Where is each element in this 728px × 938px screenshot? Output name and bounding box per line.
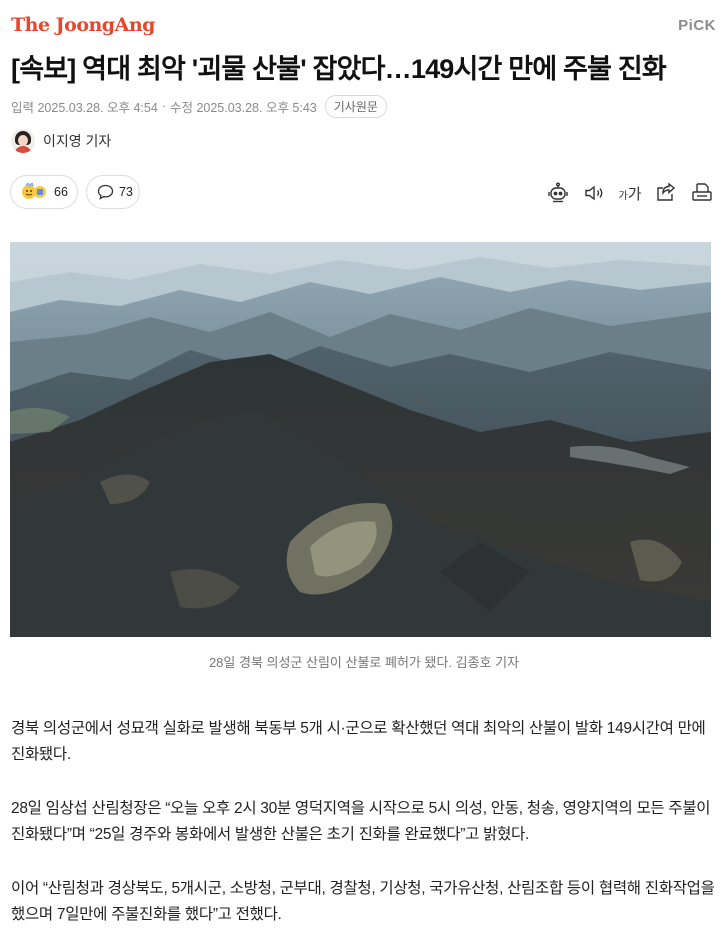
article-headline: [속보] 역대 최악 '괴물 산불' 잡았다…149시간 만에 주불 진화 xyxy=(11,54,667,84)
reaction-count: 66 xyxy=(54,185,68,199)
comment-bubble-icon xyxy=(97,184,114,200)
meta-separator: · xyxy=(161,99,166,113)
reporter-name[interactable]: 이지영 기자 xyxy=(43,131,111,151)
article-paragraph: 이어 “산림청과 경상북도, 5개시군, 소방청, 군부대, 경찰청, 기상청,… xyxy=(11,880,715,923)
reaction-bar: 66 73 xyxy=(10,175,140,209)
font-size-icon[interactable]: 가가 xyxy=(618,181,642,205)
modified-time: 수정 2025.03.28. 오후 5:43 xyxy=(169,100,317,115)
reporter-byline[interactable]: 이지영 기자 xyxy=(11,128,111,154)
comment-button[interactable]: 73 xyxy=(86,175,140,209)
published-time: 입력 2025.03.28. 오후 4:54 xyxy=(11,100,158,115)
top-bar: The JoongAng PiCK xyxy=(0,0,728,46)
ai-summary-robot-icon[interactable] xyxy=(546,181,570,205)
share-icon[interactable] xyxy=(654,181,678,205)
reaction-emoji-icon xyxy=(21,183,49,201)
pick-label[interactable]: PiCK xyxy=(678,17,716,34)
reaction-button[interactable]: 66 xyxy=(10,175,78,209)
speaker-icon[interactable] xyxy=(582,181,606,205)
print-icon[interactable] xyxy=(690,181,714,205)
font-size-label: 가 xyxy=(627,185,642,203)
article-paragraph: 28일 임상섭 산림청장은 “오늘 오후 2시 30분 영덕지역을 시작으로 5… xyxy=(11,800,711,843)
press-logo[interactable]: The JoongAng xyxy=(11,14,155,36)
photo-caption: 28일 경북 의성군 산림이 산불로 폐허가 됐다. 김종호 기자 xyxy=(208,655,520,670)
article-meta: 입력 2025.03.28. 오후 4:54 · 수정 2025.03.28. … xyxy=(11,94,387,118)
original-article-button[interactable]: 기사원문 xyxy=(324,94,387,118)
reporter-avatar xyxy=(11,129,35,153)
comment-count: 73 xyxy=(119,185,133,199)
burned-mountain-photo xyxy=(10,242,711,637)
article-tools: 가가 xyxy=(546,181,714,205)
article-photo[interactable] xyxy=(10,242,711,637)
article-paragraph: 경북 의성군에서 성묘객 실화로 발생해 북동부 5개 시·군으로 확산했던 역… xyxy=(11,720,706,763)
